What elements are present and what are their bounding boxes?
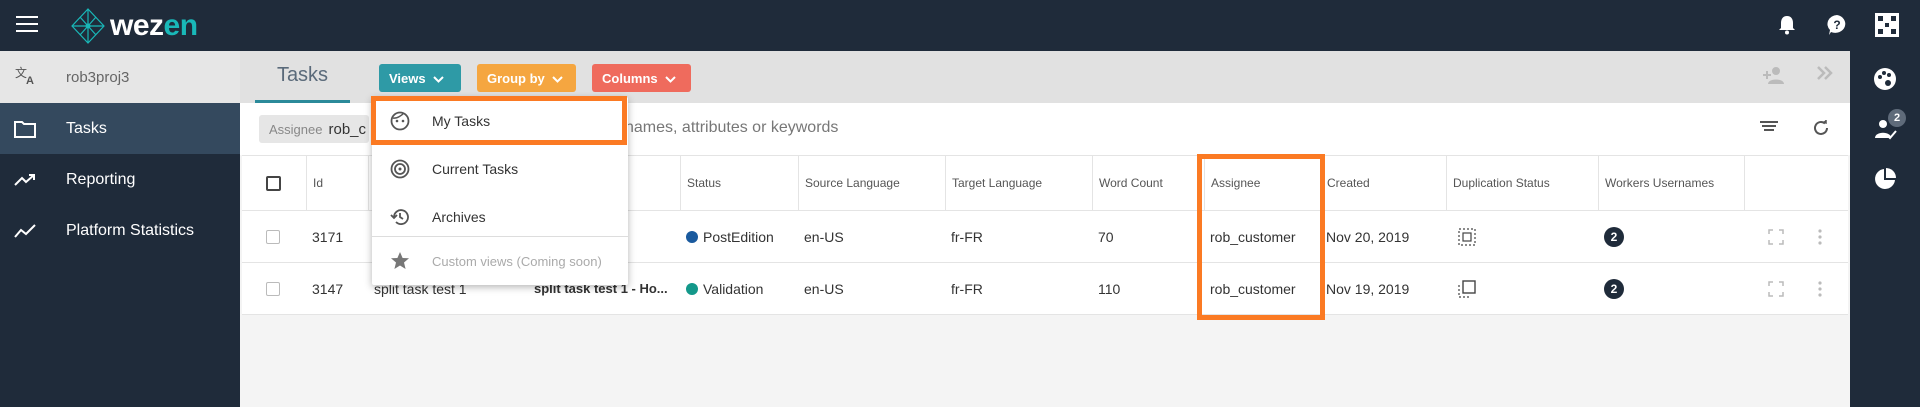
refresh-icon[interactable] xyxy=(1812,119,1830,142)
status-dot-icon xyxy=(686,282,698,295)
highlight-assignee-column xyxy=(1197,154,1325,320)
top-bar: wezen ? xyxy=(0,0,1920,51)
pie-chart-icon[interactable] xyxy=(1873,167,1897,191)
column-header-created[interactable]: Created xyxy=(1320,156,1446,210)
sidebar-item-reporting[interactable]: Reporting xyxy=(0,154,240,205)
history-icon xyxy=(388,207,412,227)
duplication-status-icon xyxy=(1446,263,1598,314)
target-icon xyxy=(388,159,412,179)
logo-mark-icon xyxy=(71,8,105,44)
svg-text:A: A xyxy=(26,75,34,85)
sidebar-item-tasks[interactable]: Tasks xyxy=(0,103,240,154)
expand-icon[interactable] xyxy=(1762,263,1792,314)
chevron-down-icon xyxy=(664,71,676,86)
chevron-down-icon xyxy=(432,71,444,86)
sidebar-item-label: Reporting xyxy=(66,170,136,188)
source-language: en-US xyxy=(804,280,844,297)
target-language: fr-FR xyxy=(951,228,983,245)
task-status: Validation xyxy=(680,263,798,314)
column-header-duplication-status[interactable]: Duplication Status xyxy=(1446,156,1598,210)
status-dot-icon xyxy=(686,230,698,243)
menu-item-archives[interactable]: Archives xyxy=(372,193,628,241)
target-language: fr-FR xyxy=(951,280,983,297)
right-rail: 2 xyxy=(1850,51,1920,407)
column-header-status[interactable]: Status xyxy=(680,156,798,210)
workers-count-badge: 2 xyxy=(1598,211,1744,262)
columns-button[interactable]: Columns xyxy=(592,64,691,92)
column-header-word-count[interactable]: Word Count xyxy=(1092,156,1204,210)
sidebar: 文A rob3proj3 Tasks Reporting Platform St… xyxy=(0,51,240,407)
word-count: 70 xyxy=(1098,228,1114,245)
source-language: en-US xyxy=(804,228,844,245)
highlight-my-tasks xyxy=(371,96,627,145)
menu-item-current-tasks[interactable]: Current Tasks xyxy=(372,145,628,193)
sidebar-item-label: Platform Statistics xyxy=(66,221,195,239)
column-header-source-language[interactable]: Source Language xyxy=(798,156,945,210)
apps-grid-icon[interactable] xyxy=(1874,12,1900,38)
word-count: 110 xyxy=(1098,280,1121,297)
workers-count-badge: 2 xyxy=(1598,263,1744,314)
more-vert-icon[interactable] xyxy=(1812,211,1832,262)
more-vert-icon[interactable] xyxy=(1812,263,1832,314)
group-by-button[interactable]: Group by xyxy=(477,64,576,92)
expand-icon[interactable] xyxy=(1762,211,1792,262)
menu-icon[interactable] xyxy=(16,16,38,34)
folder-icon xyxy=(14,120,40,138)
logo[interactable]: wezen xyxy=(68,6,198,46)
sidebar-item-label: Tasks xyxy=(66,119,107,137)
star-icon xyxy=(388,251,412,271)
help-icon[interactable]: ? xyxy=(1824,12,1850,38)
page-title[interactable]: Tasks xyxy=(255,51,350,103)
bell-icon[interactable] xyxy=(1774,12,1800,38)
row-checkbox[interactable] xyxy=(242,263,306,314)
created-date: Nov 20, 2019 xyxy=(1326,228,1410,245)
logo-text: wezen xyxy=(110,9,198,42)
column-header-target-language[interactable]: Target Language xyxy=(945,156,1092,210)
created-date: Nov 19, 2019 xyxy=(1326,280,1410,297)
select-all-checkbox[interactable] xyxy=(242,156,306,210)
row-checkbox[interactable] xyxy=(242,211,306,262)
chevron-down-icon xyxy=(552,71,563,86)
task-id: 3147 xyxy=(312,280,344,297)
svg-text:?: ? xyxy=(1833,18,1840,32)
search-input[interactable]: names, attributes or keywords xyxy=(625,119,838,137)
column-header-id[interactable]: Id xyxy=(306,156,368,210)
line-chart-icon xyxy=(14,223,40,238)
project-selector[interactable]: 文A rob3proj3 xyxy=(0,51,240,103)
sidebar-item-platform-statistics[interactable]: Platform Statistics xyxy=(0,205,240,256)
translate-icon: 文A xyxy=(14,65,40,90)
sort-icon[interactable] xyxy=(1760,119,1778,142)
column-header-actions xyxy=(1744,156,1848,210)
menu-item-custom-views: Custom views (Coming soon) xyxy=(372,237,628,285)
notification-badge: 2 xyxy=(1888,109,1906,127)
project-name: rob3proj3 xyxy=(66,68,130,86)
add-user-icon[interactable] xyxy=(1762,65,1786,90)
duplication-status-icon xyxy=(1446,211,1598,262)
column-header-workers-usernames[interactable]: Workers Usernames xyxy=(1598,156,1744,210)
palette-icon[interactable] xyxy=(1873,67,1897,91)
task-status: PostEdition xyxy=(680,211,798,262)
trending-icon xyxy=(14,173,40,187)
double-chevron-right-icon[interactable] xyxy=(1816,65,1834,90)
task-id: 3171 xyxy=(312,228,344,245)
views-button[interactable]: Views xyxy=(379,64,461,92)
assignee-filter-chip[interactable]: Assignee rob_c xyxy=(259,115,369,143)
